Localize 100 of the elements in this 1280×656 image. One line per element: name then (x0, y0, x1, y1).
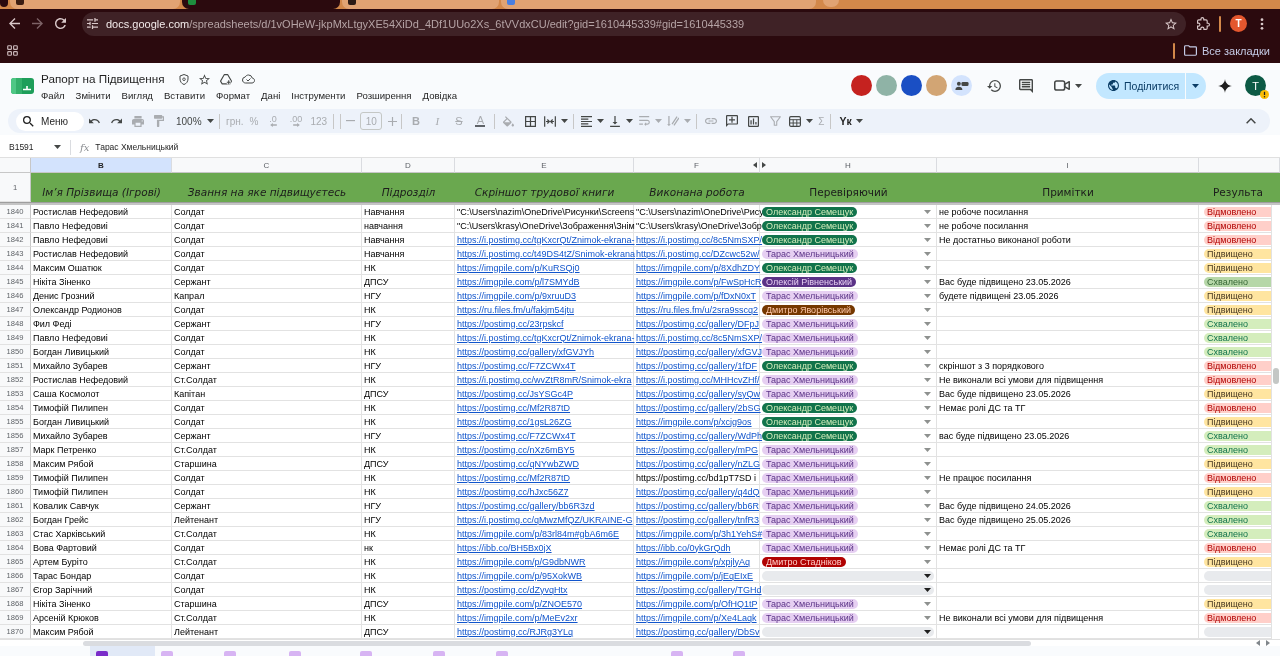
link-cell[interactable]: https://imgpile.com/p/xcjg9os (634, 415, 760, 429)
status-chip[interactable]: Відмовлено (1204, 220, 1271, 231)
link-cell[interactable]: https://postimg.cc/nXz6mBY5 (455, 443, 634, 457)
column-header[interactable]: C (172, 158, 362, 173)
link-cell[interactable]: https://ru.files.fm/u/fakjm54jtu (455, 303, 634, 317)
dropdown-field[interactable] (762, 626, 934, 637)
link-cell[interactable]: https://postimg.cc/qNYwbZWD (455, 457, 634, 471)
caret-icon[interactable] (924, 587, 931, 592)
link-cell[interactable]: https://imgpile.com/p/ZNOE570 (455, 597, 634, 611)
puzzle-piece-icon[interactable] (1197, 17, 1210, 30)
reviewer-chip[interactable]: Тарас Хмельницький (762, 542, 858, 553)
link-cell[interactable]: https://postimg.cc/1gsL26ZG (455, 415, 634, 429)
sheet-tab[interactable] (90, 646, 155, 656)
status-chip[interactable]: Відмовлено (1204, 374, 1271, 385)
link-cell[interactable]: https://imgpile.com/p/9xruuD3 (455, 289, 634, 303)
browser-tab[interactable] (182, 0, 340, 9)
comment-icon[interactable] (1019, 78, 1033, 93)
reviewer-chip[interactable]: Олександр Семещук (762, 416, 858, 427)
menu-item[interactable]: Змінити (75, 89, 111, 101)
menu-item[interactable]: Розширення (356, 89, 412, 101)
chat-icon[interactable] (951, 75, 972, 96)
dropdown-field[interactable] (1204, 626, 1271, 637)
reviewer-chip[interactable]: Олексій Рівненський (762, 276, 857, 287)
more-menu-icon[interactable] (1260, 17, 1264, 30)
link-cell[interactable]: https://i.postimg.cc/MHHcvZHf/ (634, 373, 760, 387)
link-cell[interactable]: https://imgpile.com/p/OfHQ1tP (634, 597, 760, 611)
link-cell[interactable]: https://i.postimg.cc/qMwzMfQZ/UKRAINE-G (455, 513, 634, 527)
cloud-check-icon[interactable] (241, 74, 255, 84)
status-chip[interactable]: Відмовлено (1204, 402, 1271, 413)
link-cell[interactable]: https://imgpile.com/p/jEqEIxE (634, 569, 760, 583)
link-cell[interactable]: https://postimg.cc/RJRg3YLq (455, 625, 634, 639)
link-cell[interactable]: https://postimg.cc/F7ZCWx4T (455, 359, 634, 373)
input-tools-button[interactable]: Yк (834, 112, 855, 130)
toolbar-button[interactable]: 100% (170, 112, 206, 130)
link-cell[interactable]: https://postimg.cc/gallery/xfGVJYh (455, 345, 634, 359)
scrollbar-thumb[interactable] (1273, 368, 1279, 384)
reviewer-chip[interactable]: Тарас Хмельницький (762, 472, 858, 483)
reviewer-chip[interactable]: Тарас Хмельницький (762, 458, 858, 469)
dropdown-field[interactable] (762, 570, 934, 581)
merge-icon[interactable] (544, 115, 557, 127)
link-cell[interactable]: https://postimg.cc/gallery/TGHd (634, 583, 760, 597)
browser-tab[interactable] (10, 0, 180, 9)
reviewer-chip[interactable]: Тарас Хмельницький (762, 486, 858, 497)
caret-icon[interactable] (924, 573, 931, 578)
caret-icon[interactable] (1192, 83, 1200, 88)
menu-item[interactable]: Файл (41, 89, 65, 101)
reviewer-chip[interactable]: Тарас Хмельницький (762, 374, 858, 385)
undo-icon[interactable] (89, 118, 101, 124)
link-cell[interactable]: https://imgpile.com/p/KuRSQj0 (455, 261, 634, 275)
all-bookmarks-button[interactable]: Все закладки (1183, 44, 1270, 57)
table-icon[interactable] (789, 115, 802, 127)
link-cell[interactable]: https://postimg.cc/gallery/mPG (634, 443, 760, 457)
link-cell[interactable]: https://postimg.cc/gallery/q4dQ (634, 485, 760, 499)
scroll-right-icon[interactable] (1266, 640, 1270, 646)
reviewer-chip[interactable]: Тарас Хмельницький (762, 528, 858, 539)
status-chip[interactable]: Схвалено (1204, 500, 1271, 511)
link-cell[interactable]: https://imgpile.com/p/xpjlyAq (634, 555, 760, 569)
reviewer-chip[interactable]: Тарас Хмельницький (762, 514, 858, 525)
link-cell[interactable]: https://imgpile.com/p/83rl84m#gbA6m6E (455, 527, 634, 541)
caret-icon[interactable] (561, 119, 569, 123)
status-chip[interactable]: Відмовлено (1204, 206, 1271, 217)
align-bottom-icon[interactable] (610, 115, 621, 127)
link-cell[interactable]: https://i.postimg.cc/tgKxcrQt/Znimok-ekrana- (455, 233, 634, 247)
status-chip[interactable]: Схвалено (1204, 276, 1271, 287)
column-header[interactable] (1199, 158, 1280, 173)
status-chip[interactable]: Відмовлено (1204, 612, 1271, 623)
sliders-icon[interactable] (87, 18, 98, 29)
link-cell[interactable]: https://i.postimg.cc/DZcwc52w/ (634, 247, 760, 261)
link-cell[interactable]: https://postimg.cc/gallery/xfGVJ (634, 345, 760, 359)
status-chip[interactable]: Схвалено (1204, 332, 1271, 343)
column-header[interactable]: D (362, 158, 455, 173)
caret-icon[interactable] (626, 119, 634, 123)
reviewer-chip[interactable]: Тарас Хмельницький (762, 598, 858, 609)
status-chip[interactable]: Підвищено (1204, 290, 1271, 301)
collaborator-avatar[interactable] (901, 75, 922, 96)
reviewer-chip[interactable]: Олександр Семещук (762, 360, 858, 371)
reload-icon[interactable] (55, 18, 66, 29)
link-cell[interactable]: https://i.postimg.cc/wvZtR8mR/Snimok-ekra (455, 373, 634, 387)
status-chip[interactable]: Схвалено (1204, 514, 1271, 525)
link-cell[interactable]: https://postimg.cc/gallery/WdPh (634, 429, 760, 443)
add-comment-icon[interactable] (726, 115, 739, 127)
search-field[interactable]: Меню (16, 111, 84, 131)
formula-field[interactable]: Тарас Хмельницький (95, 142, 1280, 152)
caret-icon[interactable] (207, 119, 215, 123)
expand-left-icon[interactable] (753, 162, 757, 168)
caret-icon[interactable] (1075, 83, 1082, 88)
star-icon[interactable] (1165, 17, 1177, 30)
status-chip[interactable]: Підвищено (1204, 388, 1271, 399)
reviewer-chip[interactable]: Дмитро Яворівський (762, 304, 855, 315)
link-cell[interactable]: https://postimg.cc/23rpskcf (455, 317, 634, 331)
share-button[interactable]: Поділитися (1096, 72, 1206, 99)
document-title[interactable]: Рапорт на Підвищення (41, 71, 165, 87)
link-cell[interactable]: https://postimg.cc/JsYSGc4P (455, 387, 634, 401)
status-chip[interactable]: Підвищено (1204, 458, 1271, 469)
caret-icon[interactable] (924, 629, 931, 634)
column-header[interactable]: E (455, 158, 634, 173)
reviewer-chip[interactable]: Тарас Хмельницький (762, 290, 858, 301)
status-chip[interactable]: Відмовлено (1204, 542, 1271, 553)
menu-item[interactable]: Довідка (422, 89, 458, 101)
column-header[interactable]: B (31, 158, 172, 173)
